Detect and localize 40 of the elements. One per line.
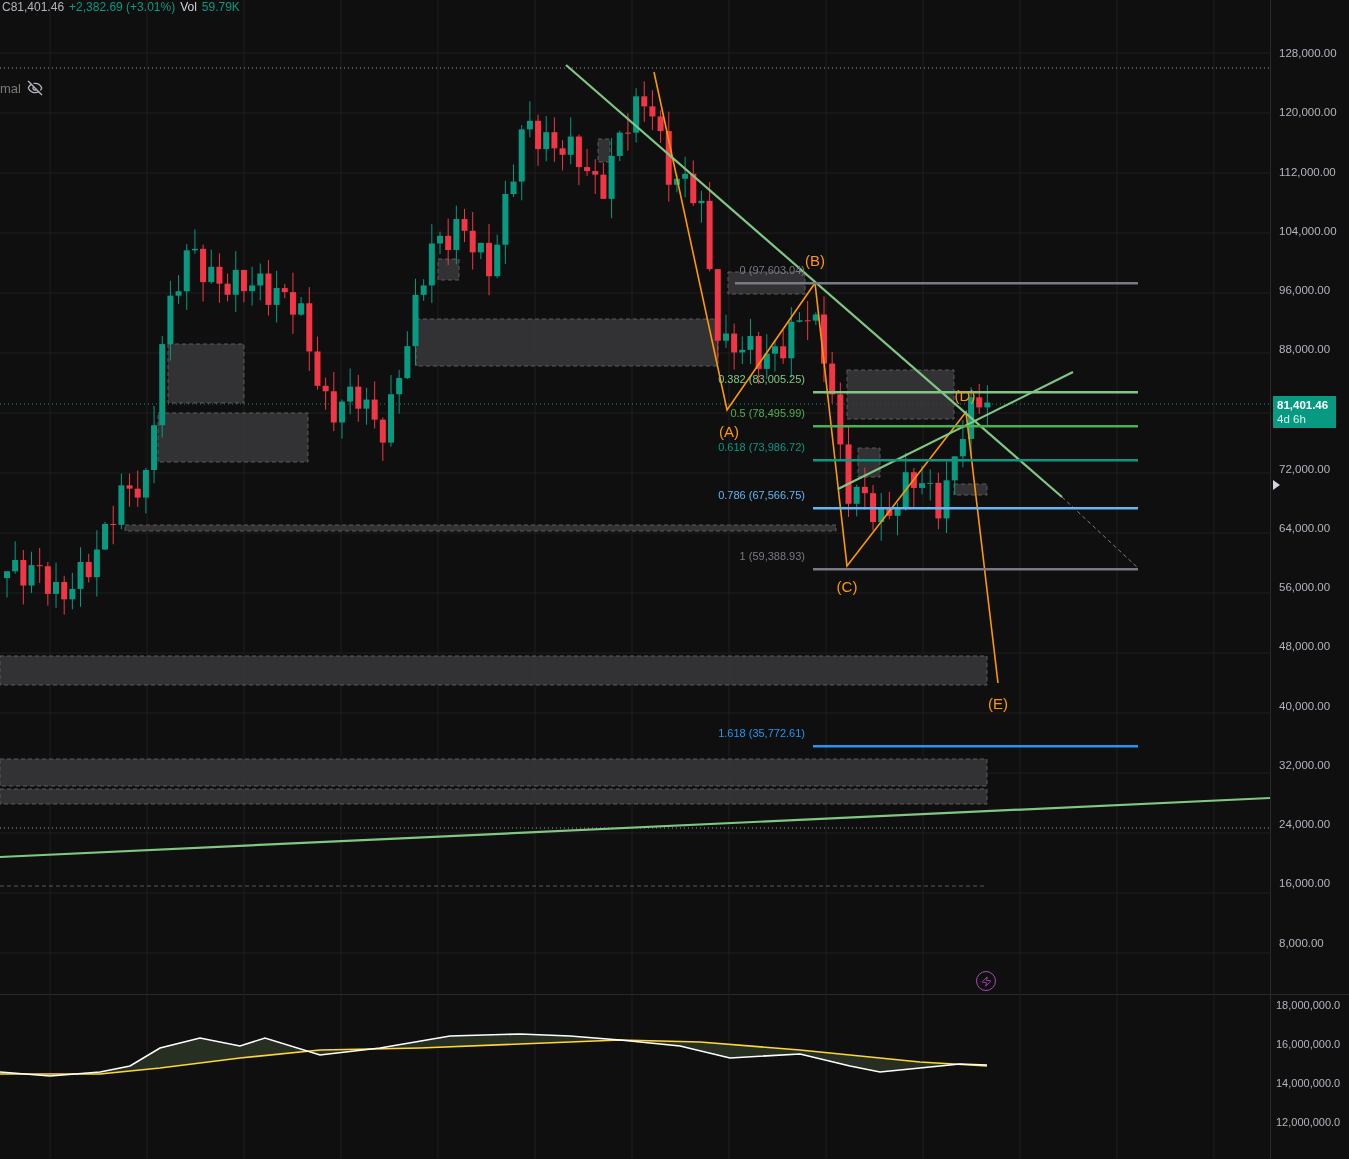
price-axis-label: 104,000.00	[1279, 223, 1337, 239]
price-axis-label: 40,000.00	[1279, 698, 1331, 714]
price-change-text: +2,382.69 (+3.01%)	[69, 0, 176, 14]
fib-level-label: 0.786 (67,566.75)	[718, 488, 805, 502]
volume-value: 59.79K	[201, 0, 240, 14]
price-axis-label: 120,000.00	[1279, 105, 1337, 121]
close-price-text: C81,401.46	[2, 0, 65, 14]
price-axis-label: 24,000.00	[1279, 817, 1331, 833]
price-axis-label: 88,000.00	[1279, 342, 1331, 358]
wave-label: (B)	[805, 252, 825, 270]
price-axis-label: 64,000.00	[1279, 520, 1331, 536]
fib-level-label: 0.618 (73,986.72)	[718, 440, 805, 454]
zone-rectangle	[437, 258, 460, 281]
fib-level-label: 1 (59,388.93)	[739, 549, 805, 563]
last-price-text: 81,401.46	[1277, 398, 1330, 412]
fib-level-label: 1.618 (35,772.61)	[718, 726, 805, 740]
price-axis-label: 8,000.00	[1279, 935, 1324, 951]
wave-label: (A)	[719, 423, 739, 441]
volume-axis-label: 18,000,000.0	[1275, 998, 1342, 1013]
fib-level-label: 0.5 (78,495.99)	[730, 406, 805, 420]
volume-label: Vol	[180, 0, 197, 14]
volume-axis-label: 14,000,000.0	[1275, 1076, 1342, 1091]
volume-axis-label: 12,000,000.0	[1275, 1115, 1342, 1130]
countdown-text: 4d 6h	[1277, 412, 1307, 426]
zone-rectangle	[953, 483, 988, 496]
wave-label: (E)	[988, 695, 1008, 713]
price-axis-label: 96,000.00	[1279, 283, 1331, 299]
price-axis-label: 48,000.00	[1279, 639, 1331, 655]
price-axis-label: 16,000.00	[1279, 876, 1331, 892]
price-axis-label: 32,000.00	[1279, 757, 1331, 773]
eye-off-icon[interactable]	[26, 80, 43, 96]
zone-rectangle	[597, 138, 611, 163]
indicator-name: mal	[0, 80, 21, 96]
wave-label: (C)	[836, 578, 858, 596]
volume-axis-label: 16,000,000.0	[1275, 1037, 1342, 1052]
price-axis-label: 128,000.00	[1279, 46, 1337, 61]
price-axis-label: 72,000.00	[1279, 461, 1331, 477]
price-axis-label: 56,000.00	[1279, 580, 1331, 596]
price-axis-label: 112,000.00	[1279, 164, 1336, 180]
scroll-marker-icon[interactable]	[1273, 480, 1281, 490]
